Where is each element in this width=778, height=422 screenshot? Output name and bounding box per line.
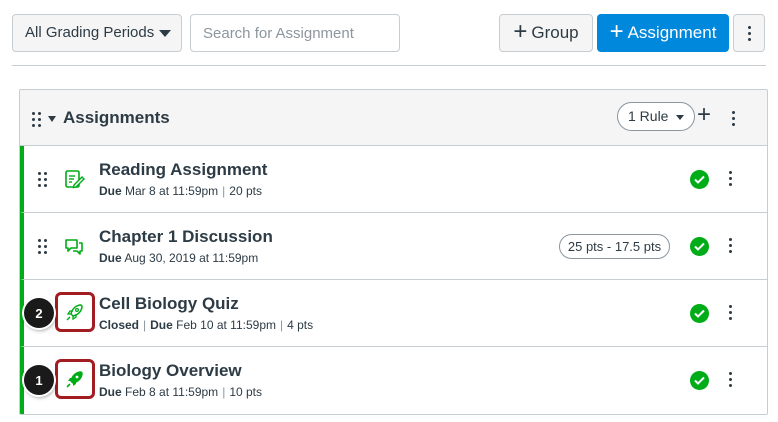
assignment-title[interactable]: Biology Overview: [99, 361, 242, 381]
assignment-list: Reading Assignment Due Mar 8 at 11:59pm |…: [20, 146, 767, 414]
quiz-rocket-icon: [66, 304, 83, 321]
assignment-icon: [65, 170, 85, 189]
add-assignment-button[interactable]: + Assignment: [597, 14, 729, 52]
assignment-row[interactable]: Chapter 1 Discussion Due Aug 30, 2019 at…: [20, 213, 767, 280]
add-assignment-label: Assignment: [627, 23, 717, 42]
plus-icon: +: [609, 17, 624, 45]
quiz-icon-highlight: [55, 359, 95, 399]
discussion-icon: [65, 239, 83, 255]
callout-badge: 1: [24, 365, 54, 395]
group-rule-label: 1 Rule: [628, 108, 669, 124]
assignment-title[interactable]: Reading Assignment: [99, 160, 267, 180]
grading-period-select[interactable]: All Grading Periods: [12, 14, 182, 52]
assignment-row[interactable]: 2 Cell Biology Quiz Closed | Due Feb 10 at…: [20, 280, 767, 347]
assignments-toolbar: All Grading Periods + Group + Assignment: [0, 0, 778, 66]
assignment-group: Assignments 1 Rule + Reading Assignment …: [19, 89, 768, 415]
add-to-group-plus-icon[interactable]: +: [697, 103, 711, 127]
drag-handle-icon[interactable]: [38, 239, 47, 254]
toolbar-divider: [12, 65, 766, 66]
drag-handle-icon[interactable]: [32, 112, 41, 127]
settings-kebab-button[interactable]: [733, 14, 765, 52]
assignment-meta: Due Aug 30, 2019 at 11:59pm: [99, 251, 259, 265]
drag-handle-icon[interactable]: [38, 172, 47, 187]
group-kebab-icon[interactable]: [732, 111, 735, 126]
plus-icon: +: [513, 17, 528, 45]
caret-down-icon: [676, 115, 684, 120]
caret-down-icon: [159, 30, 171, 37]
assignment-meta: Due Feb 8 at 11:59pm | 10 pts: [99, 385, 263, 399]
assignment-title[interactable]: Cell Biology Quiz: [99, 294, 239, 314]
assignment-row[interactable]: 1 Biology Overview Due Feb 8 at 11:59pm |…: [20, 347, 767, 414]
published-check-icon[interactable]: [690, 237, 709, 256]
quiz-icon-highlight: [55, 292, 95, 332]
callout-badge: 2: [24, 298, 54, 328]
assignment-title[interactable]: Chapter 1 Discussion: [99, 227, 273, 247]
row-kebab-icon[interactable]: [729, 305, 732, 320]
group-title[interactable]: Assignments: [63, 108, 170, 128]
assignment-meta: Closed | Due Feb 10 at 11:59pm | 4 pts: [99, 318, 314, 332]
published-check-icon[interactable]: [690, 304, 709, 323]
kebab-icon: [747, 25, 751, 41]
add-group-label: Group: [531, 23, 579, 42]
row-kebab-icon[interactable]: [729, 238, 732, 253]
grading-period-value: All Grading Periods: [25, 24, 155, 41]
search-assignment-input[interactable]: [190, 14, 400, 52]
assignment-group-header: Assignments 1 Rule +: [20, 90, 767, 146]
published-check-icon[interactable]: [690, 170, 709, 189]
points-range-badge: 25 pts - 17.5 pts: [559, 234, 670, 259]
collapse-caret-icon[interactable]: [48, 116, 56, 122]
assignment-row[interactable]: Reading Assignment Due Mar 8 at 11:59pm |…: [20, 146, 767, 213]
row-kebab-icon[interactable]: [729, 171, 732, 186]
assignment-meta: Due Mar 8 at 11:59pm | 20 pts: [99, 184, 262, 198]
quiz-rocket-icon: [66, 371, 83, 388]
add-group-button[interactable]: + Group: [499, 14, 593, 52]
group-rule-button[interactable]: 1 Rule: [617, 102, 695, 131]
row-kebab-icon[interactable]: [729, 372, 732, 387]
published-check-icon[interactable]: [690, 371, 709, 390]
